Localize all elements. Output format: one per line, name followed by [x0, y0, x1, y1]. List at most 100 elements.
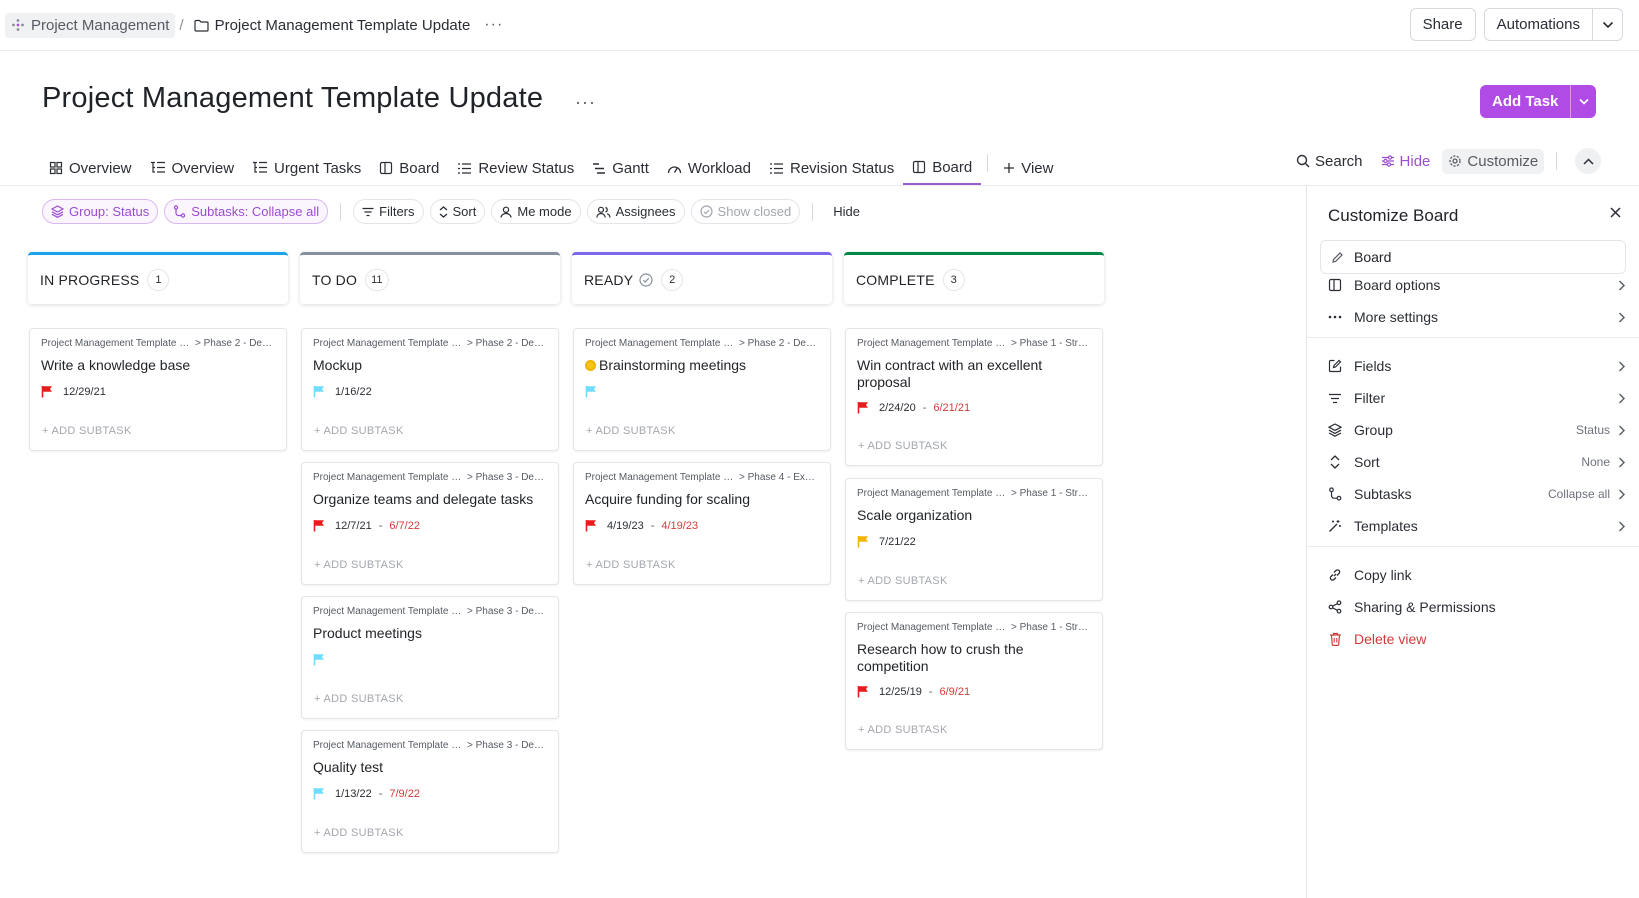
- tab-urgent-tasks[interactable]: Urgent Tasks: [243, 145, 370, 185]
- filters-button[interactable]: Filters: [353, 199, 424, 224]
- add-subtask-button[interactable]: + ADD SUBTASK: [314, 425, 404, 437]
- panel-item-more-settings[interactable]: More settings: [1327, 305, 1625, 329]
- breadcrumb-space[interactable]: Project Management: [5, 12, 176, 38]
- start-date[interactable]: 2/24/20: [879, 402, 916, 414]
- task-card[interactable]: Project Management Template Update > Phas…: [845, 612, 1103, 750]
- title-more-button[interactable]: ···: [575, 92, 596, 113]
- priority-flag-icon[interactable]: [857, 685, 869, 698]
- tab-view[interactable]: View: [994, 145, 1062, 185]
- task-name[interactable]: Win contract with an excellent proposal: [857, 357, 1088, 391]
- add-subtask-button[interactable]: + ADD SUBTASK: [858, 575, 948, 587]
- task-card[interactable]: Project Management Template Update > Phas…: [301, 596, 559, 719]
- due-date[interactable]: 6/9/21: [940, 686, 971, 698]
- tab-review-status[interactable]: Review Status: [448, 145, 583, 185]
- priority-flag-icon[interactable]: [313, 787, 325, 800]
- task-name[interactable]: Research how to crush the competition: [857, 641, 1088, 675]
- task-card[interactable]: Project Management Template Update > Phas…: [573, 462, 831, 585]
- start-date[interactable]: 12/7/21: [335, 520, 372, 532]
- task-name[interactable]: Mockup: [313, 357, 544, 374]
- chevron-down-icon[interactable]: [1570, 85, 1596, 118]
- add-subtask-button[interactable]: + ADD SUBTASK: [858, 724, 948, 736]
- add-subtask-button[interactable]: + ADD SUBTASK: [858, 440, 948, 452]
- panel-item-fields[interactable]: Fields: [1327, 354, 1625, 378]
- tab-revision-status[interactable]: Revision Status: [760, 145, 903, 185]
- task-card[interactable]: Project Management Template Update > Phas…: [29, 328, 287, 451]
- breadcrumb-folder[interactable]: Project Management Template Update: [188, 13, 477, 38]
- task-card[interactable]: Project Management Template Update > Phas…: [845, 328, 1103, 466]
- panel-item-templates[interactable]: Templates: [1327, 514, 1625, 538]
- priority-flag-icon[interactable]: [857, 535, 869, 548]
- group-status-chip[interactable]: Group: Status: [42, 199, 159, 224]
- collapse-header-button[interactable]: [1575, 148, 1602, 174]
- tab-overview[interactable]: Overview: [141, 145, 244, 185]
- close-icon[interactable]: [1610, 207, 1621, 218]
- column-header[interactable]: READY 2: [572, 252, 832, 304]
- panel-item-board-options[interactable]: Board options: [1327, 273, 1625, 297]
- task-name[interactable]: Product meetings: [313, 625, 544, 642]
- tab-gantt[interactable]: Gantt: [583, 145, 658, 185]
- panel-item-sort[interactable]: Sort None: [1327, 450, 1625, 474]
- panel-item-delete-view[interactable]: Delete view: [1327, 627, 1625, 651]
- start-date[interactable]: 7/21/22: [879, 536, 916, 548]
- add-subtask-button[interactable]: + ADD SUBTASK: [314, 827, 404, 839]
- sort-button[interactable]: Sort: [429, 199, 486, 224]
- start-date[interactable]: 1/16/22: [335, 386, 372, 398]
- panel-item-copy-link[interactable]: Copy link: [1327, 563, 1625, 587]
- panel-item-group[interactable]: Group Status: [1327, 418, 1625, 442]
- due-date[interactable]: 6/7/22: [389, 520, 420, 532]
- priority-flag-icon[interactable]: [313, 519, 325, 532]
- due-date[interactable]: 7/9/22: [389, 788, 420, 800]
- tab-workload[interactable]: Workload: [658, 145, 760, 185]
- subtasks-chip[interactable]: Subtasks: Collapse all: [164, 199, 329, 224]
- task-name[interactable]: Organize teams and delegate tasks: [313, 491, 544, 508]
- task-name[interactable]: Acquire funding for scaling: [585, 491, 816, 508]
- task-name[interactable]: Brainstorming meetings: [585, 357, 816, 374]
- tab-board[interactable]: Board: [903, 145, 982, 185]
- automations-button[interactable]: Automations: [1483, 8, 1623, 41]
- column-header[interactable]: TO DO 11: [300, 252, 560, 304]
- add-subtask-button[interactable]: + ADD SUBTASK: [314, 559, 404, 571]
- start-date[interactable]: 12/29/21: [63, 386, 106, 398]
- priority-flag-icon[interactable]: [585, 385, 597, 398]
- task-card[interactable]: Project Management Template Update > Phas…: [301, 730, 559, 853]
- show-closed-button[interactable]: Show closed: [690, 199, 801, 224]
- share-button[interactable]: Share: [1409, 8, 1476, 41]
- panel-item-filter[interactable]: Filter: [1327, 386, 1625, 410]
- chevron-down-icon[interactable]: [1592, 9, 1622, 40]
- priority-flag-icon[interactable]: [41, 385, 53, 398]
- search-button[interactable]: Search: [1290, 149, 1369, 174]
- task-card[interactable]: Project Management Template Update > Phas…: [573, 328, 831, 451]
- breadcrumb-more-button[interactable]: ···: [484, 16, 503, 34]
- task-name[interactable]: Quality test: [313, 759, 544, 776]
- assignees-button[interactable]: Assignees: [586, 199, 685, 224]
- priority-flag-icon[interactable]: [313, 653, 325, 666]
- due-date[interactable]: 4/19/23: [661, 520, 698, 532]
- priority-flag-icon[interactable]: [313, 385, 325, 398]
- hide-filters-button[interactable]: Hide: [825, 204, 868, 219]
- start-date[interactable]: 4/19/23: [607, 520, 644, 532]
- start-date[interactable]: 1/13/22: [335, 788, 372, 800]
- task-card[interactable]: Project Management Template Update > Phas…: [301, 328, 559, 451]
- hide-button[interactable]: Hide: [1375, 149, 1437, 174]
- task-card[interactable]: Project Management Template Update > Phas…: [301, 462, 559, 585]
- column-header[interactable]: COMPLETE 3: [844, 252, 1104, 304]
- panel-item-subtasks[interactable]: Subtasks Collapse all: [1327, 482, 1625, 506]
- add-subtask-button[interactable]: + ADD SUBTASK: [314, 693, 404, 705]
- task-card[interactable]: Project Management Template Update > Phas…: [845, 478, 1103, 601]
- column-header[interactable]: IN PROGRESS 1: [28, 252, 288, 304]
- add-subtask-button[interactable]: + ADD SUBTASK: [42, 425, 132, 437]
- start-date[interactable]: 12/25/19: [879, 686, 922, 698]
- task-name[interactable]: Write a knowledge base: [41, 357, 272, 374]
- due-date[interactable]: 6/21/21: [933, 402, 970, 414]
- add-subtask-button[interactable]: + ADD SUBTASK: [586, 559, 676, 571]
- add-task-button[interactable]: Add Task: [1480, 85, 1597, 118]
- priority-flag-icon[interactable]: [857, 401, 869, 414]
- task-name[interactable]: Scale organization: [857, 507, 1088, 524]
- customize-button[interactable]: Customize: [1442, 148, 1545, 174]
- tab-overview[interactable]: Overview: [40, 145, 141, 185]
- panel-item-sharing-permissions[interactable]: Sharing & Permissions: [1327, 595, 1625, 619]
- tab-board[interactable]: Board: [370, 145, 448, 185]
- me-mode-button[interactable]: Me mode: [491, 199, 581, 224]
- view-name-input[interactable]: Board: [1320, 240, 1626, 274]
- priority-flag-icon[interactable]: [585, 519, 597, 532]
